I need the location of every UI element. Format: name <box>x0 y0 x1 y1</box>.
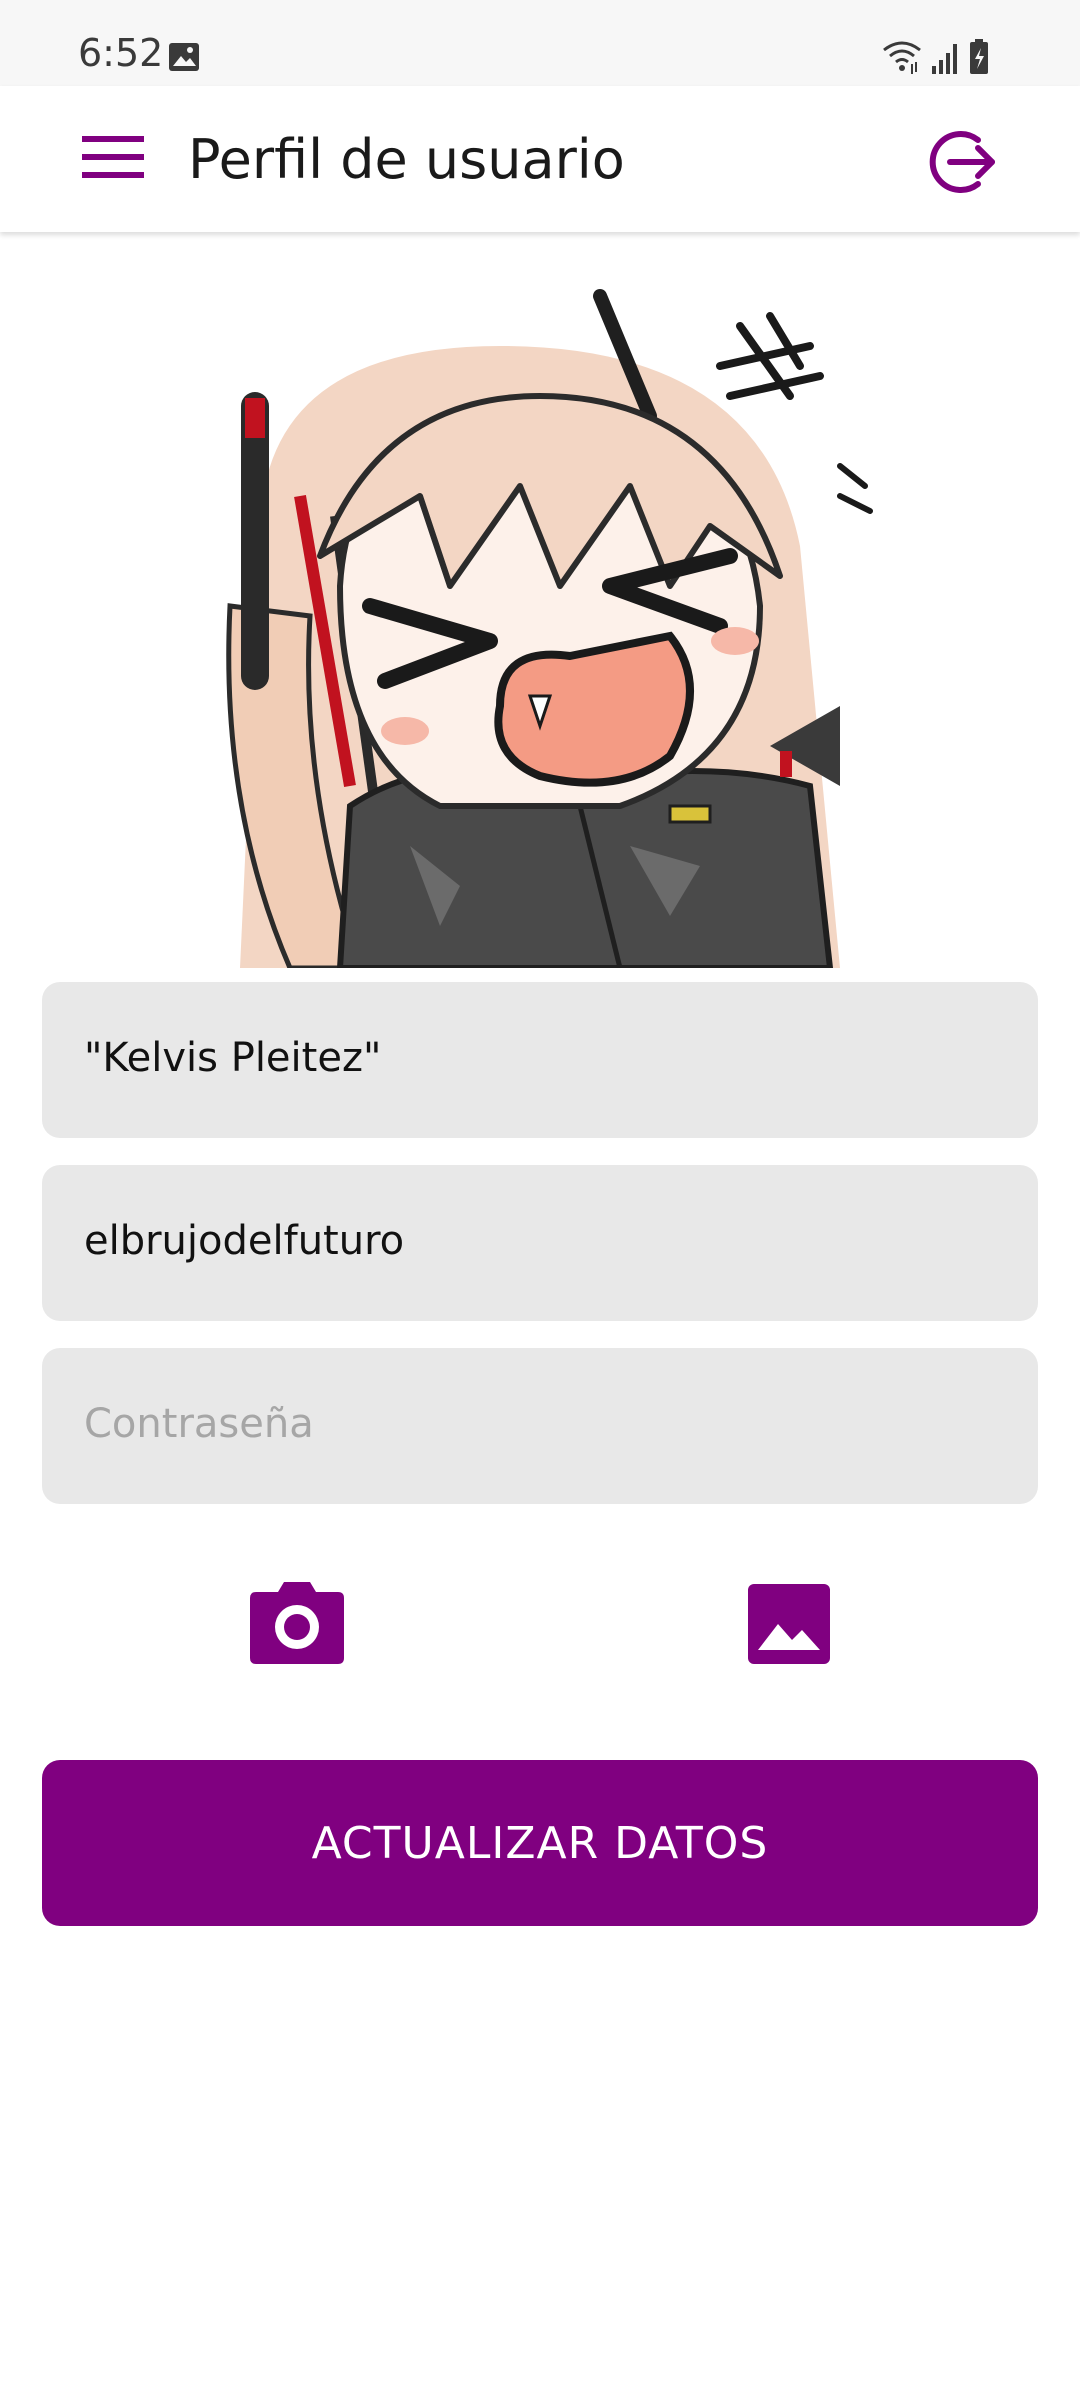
full-name-value: "Kelvis Pleitez" <box>84 1035 382 1081</box>
image-icon <box>169 43 199 71</box>
battery-icon <box>970 39 988 74</box>
status-time: 6:52 <box>78 31 164 75</box>
password-field[interactable]: Contraseña <box>42 1348 1038 1504</box>
logout-icon[interactable] <box>926 126 998 198</box>
gallery-icon[interactable] <box>748 1584 830 1664</box>
status-bar: 6:52 <box>0 0 1080 86</box>
hamburger-menu-icon[interactable] <box>82 134 144 180</box>
password-placeholder: Contraseña <box>84 1401 314 1447</box>
username-field[interactable]: elbrujodelfuturo <box>42 1165 1038 1321</box>
wifi-icon <box>883 41 921 74</box>
camera-icon[interactable] <box>250 1582 344 1664</box>
app-bar: Perfil de usuario <box>0 86 1080 232</box>
update-data-button[interactable]: ACTUALIZAR DATOS <box>42 1760 1038 1926</box>
status-icons <box>883 39 988 74</box>
full-name-field[interactable]: "Kelvis Pleitez" <box>42 982 1038 1138</box>
avatar[interactable] <box>200 286 882 968</box>
username-value: elbrujodelfuturo <box>84 1218 405 1264</box>
signal-icon <box>932 44 957 74</box>
page-title: Perfil de usuario <box>188 128 625 191</box>
